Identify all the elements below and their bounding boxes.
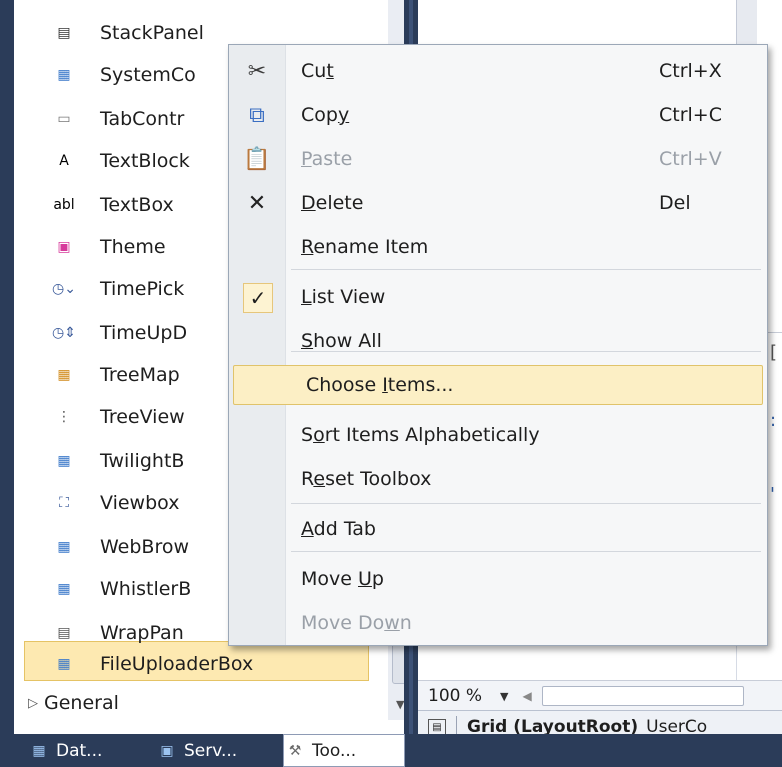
copy-icon: ⧉ [249, 102, 265, 128]
control-icon: ▦ [57, 67, 71, 83]
stackpanel-icon: ▤ [57, 25, 71, 41]
toolbox-item-label: TextBox [100, 194, 174, 216]
menu-item-label: Copy [301, 104, 350, 126]
zoom-bar: 100 % ▼ ◀ [418, 680, 782, 711]
grid-icon: ▤ [428, 719, 446, 735]
delete-icon: ✕ [247, 190, 267, 216]
canvas-edge-glyph: [ [770, 342, 778, 363]
treeview-icon: ⋮ [57, 409, 71, 425]
menu-item-label: Choose Items... [306, 374, 454, 396]
context-menu: ✂ Cut Ctrl+X ⧉ Copy Ctrl+C 📋 Paste Ctrl+V ✕ Delete… [228, 44, 768, 646]
zoom-level[interactable]: 100 % [428, 686, 482, 706]
menu-item-sort-items-alphabetically[interactable]: Sort Items Alphabetically [229, 415, 767, 455]
zoom-dropdown-icon[interactable]: ▼ [500, 690, 508, 703]
window-frame-left [0, 0, 14, 767]
toolbox-item-label: TreeView [100, 406, 185, 428]
textblock-icon: A [59, 153, 69, 169]
menu-item-add-tab[interactable]: Add Tab [229, 509, 767, 549]
toolbox-item-label: Theme [100, 236, 166, 258]
toolbox-item-label: WrapPan [100, 622, 184, 644]
server-explorer-icon: ▣ [160, 742, 174, 759]
textbox-icon: abl [53, 197, 75, 213]
bottom-tab-label: Dat... [56, 740, 103, 761]
menu-item-label: Add Tab [301, 518, 376, 540]
viewbox-icon: ⛶ [59, 495, 69, 511]
horizontal-scrollbar[interactable] [541, 686, 744, 706]
toolbox-item-label: SystemCo [100, 64, 196, 86]
toolbox-item-label: Viewbox [100, 492, 180, 514]
control-icon: ▦ [57, 453, 71, 469]
control-icon: ▦ [57, 539, 71, 555]
toolbox-item[interactable]: ▦ FileUploaderBox [24, 643, 369, 685]
menu-item-shortcut: Ctrl+X [659, 60, 722, 82]
menu-item-move-up[interactable]: Move Up [229, 559, 767, 599]
menu-item-rename-item[interactable]: Rename Item [229, 227, 767, 267]
menu-item-shortcut: Ctrl+V [659, 148, 722, 170]
toolbox-item-label: TimeUpD [100, 322, 188, 344]
toolbox-item-label: TwilightB [100, 450, 185, 472]
theme-icon: ▣ [57, 239, 71, 255]
timeupdown-icon: ◷⇕ [52, 325, 76, 341]
menu-separator [291, 551, 761, 552]
menu-separator [291, 503, 761, 504]
control-icon: ▦ [57, 581, 71, 597]
menu-item-label: Sort Items Alphabetically [301, 424, 540, 446]
toolbox-item-label: FileUploaderBox [100, 653, 254, 675]
scroll-left-icon[interactable]: ◀ [522, 689, 531, 703]
toolbox-group-label: General [44, 692, 119, 714]
bottom-tab-data-sources[interactable]: ▦ Dat... [28, 734, 148, 767]
menu-item-label: Move Down [301, 612, 412, 634]
wrappanel-icon: ▤ [57, 625, 71, 641]
bottom-tab-label: Serv... [184, 740, 238, 761]
menu-item-label: Rename Item [301, 236, 429, 258]
menu-item-label: List View [301, 286, 386, 308]
toolbox-item-label: TabContr [100, 108, 185, 130]
menu-item-label: Paste [301, 148, 353, 170]
menu-item-shortcut: Del [659, 192, 691, 214]
tabcontrol-icon: ▭ [57, 111, 71, 127]
menu-item-label: Show All [301, 330, 382, 352]
bottom-tab-toolbox[interactable]: ⚒ Too... [283, 734, 405, 767]
menu-item-label: Delete [301, 192, 364, 214]
menu-item-show-all[interactable]: Show All [229, 321, 767, 361]
control-icon: ▦ [57, 656, 71, 672]
expand-triangle-icon: ▷ [28, 695, 38, 711]
menu-item-copy[interactable]: ⧉ Copy Ctrl+C [229, 95, 767, 135]
timepicker-icon: ◷⌄ [52, 281, 76, 297]
canvas-edge-glyph: : [770, 410, 777, 431]
canvas-edge-glyph: ' [770, 484, 775, 505]
menu-item-delete[interactable]: ✕ Delete Del [229, 183, 767, 223]
toolbox-icon: ⚒ [288, 742, 302, 759]
scissors-icon: ✂ [247, 58, 267, 84]
toolbox-item-label: WebBrow [100, 536, 190, 558]
menu-item-cut[interactable]: ✂ Cut Ctrl+X [229, 51, 767, 91]
menu-separator [291, 269, 761, 270]
bottom-tab-label: Too... [312, 740, 357, 761]
toolbox-group-general[interactable]: ▷ General [28, 686, 373, 720]
toolbox-item-label: StackPanel [100, 22, 204, 44]
menu-item-label: Reset Toolbox [301, 468, 432, 490]
paste-icon: 📋 [243, 146, 271, 172]
toolbox-item-label: TimePick [100, 278, 185, 300]
menu-item-move-down[interactable]: Move Down [229, 603, 767, 643]
menu-item-reset-toolbox[interactable]: Reset Toolbox [229, 459, 767, 499]
menu-item-label: Move Up [301, 568, 384, 590]
menu-item-list-view[interactable]: ✓ List View [229, 277, 767, 317]
bottom-tab-server-explorer[interactable]: ▣ Serv... [156, 734, 276, 767]
menu-item-label: Cut [301, 60, 334, 82]
treemap-icon: ▦ [57, 367, 71, 383]
checkmark-icon: ✓ [243, 283, 273, 313]
toolbox-item-label: WhistlerB [100, 578, 192, 600]
menu-separator [291, 351, 761, 352]
toolbox-item-label: TreeMap [100, 364, 180, 386]
menu-item-shortcut: Ctrl+C [659, 104, 722, 126]
toolbox-item-label: TextBlock [100, 150, 190, 172]
menu-item-choose-items[interactable]: Choose Items... [233, 365, 763, 405]
menu-item-paste[interactable]: 📋 Paste Ctrl+V [229, 139, 767, 179]
datasources-icon: ▦ [32, 742, 46, 759]
